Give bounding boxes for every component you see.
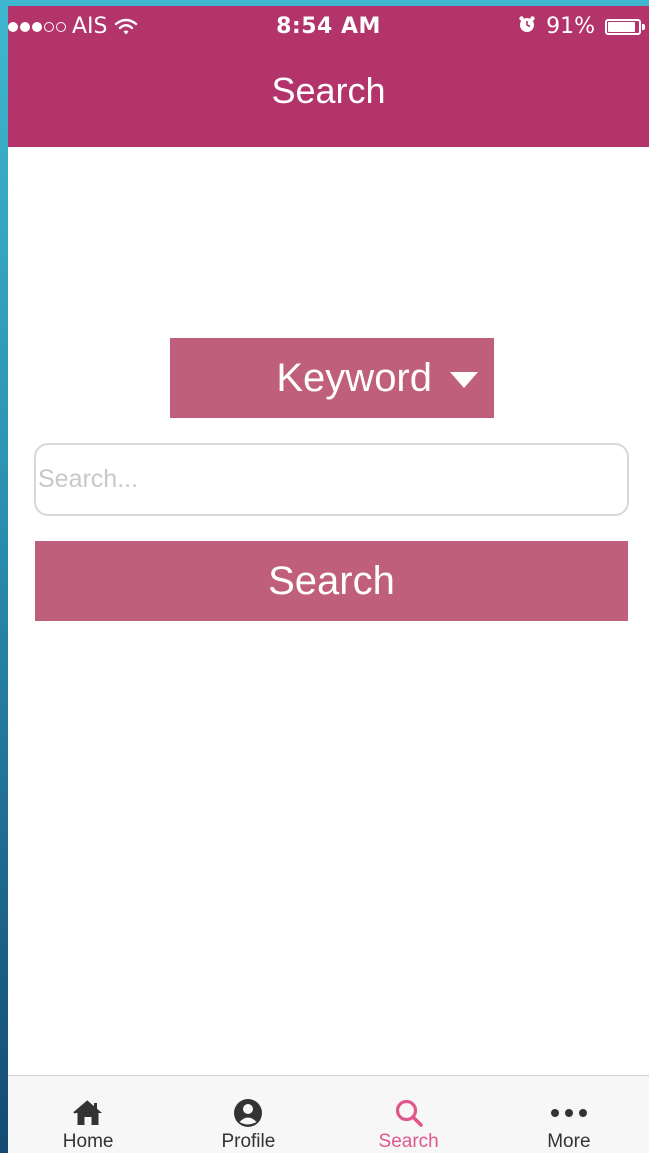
- frame-left-border: [0, 0, 8, 1153]
- battery-icon: [605, 18, 645, 35]
- app-header: AIS 8:54 AM 91% Search: [8, 6, 649, 147]
- battery-fill: [608, 21, 635, 32]
- page-title: Search: [271, 70, 386, 111]
- battery-percent: 91%: [546, 14, 595, 39]
- search-type-dropdown[interactable]: Keyword: [170, 338, 494, 418]
- tab-home[interactable]: Home: [8, 1076, 168, 1153]
- search-button[interactable]: Search: [35, 541, 628, 621]
- profile-icon: [233, 1097, 263, 1129]
- tab-bar: Home Profile Search More: [8, 1075, 649, 1153]
- tab-home-label: Home: [62, 1131, 114, 1152]
- caret-down-icon: [450, 372, 478, 388]
- phone-screen: AIS 8:54 AM 91% Search Keyword Search...…: [8, 6, 649, 1153]
- search-input[interactable]: [34, 443, 629, 516]
- home-icon: [72, 1097, 104, 1129]
- more-icon: [549, 1097, 589, 1129]
- tab-search[interactable]: Search: [329, 1076, 489, 1153]
- tab-profile[interactable]: Profile: [168, 1076, 328, 1153]
- tab-profile-label: Profile: [221, 1131, 276, 1152]
- alarm-icon: [518, 14, 536, 39]
- search-icon: [394, 1097, 424, 1129]
- status-bar: AIS 8:54 AM 91%: [8, 6, 649, 48]
- tab-search-label: Search: [378, 1131, 439, 1152]
- search-type-selected: Keyword: [276, 355, 432, 400]
- tab-more[interactable]: More: [489, 1076, 649, 1153]
- tab-more-label: More: [547, 1131, 591, 1152]
- status-right: 91%: [518, 14, 645, 39]
